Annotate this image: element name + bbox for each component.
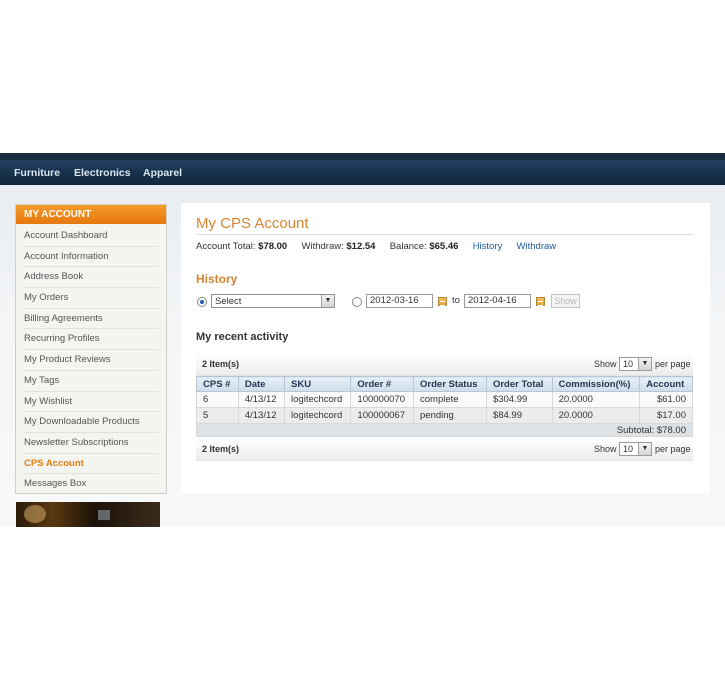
history-link[interactable]: History	[473, 241, 503, 252]
sidebar-menu: Account Dashboard Account Information Ad…	[16, 224, 166, 494]
column-header-commission[interactable]: Commission(%)	[551, 376, 641, 392]
cell-cps: 6	[196, 391, 239, 408]
sidebar-item-account-dashboard[interactable]: Account Dashboard	[24, 226, 158, 247]
cell-order-status: complete	[413, 391, 487, 408]
chevron-down-icon: ▼	[638, 358, 651, 370]
cell-date: 4/13/12	[237, 407, 286, 424]
column-header-date[interactable]: Date	[237, 376, 286, 392]
date-to-input[interactable]: 2012-04-16	[464, 294, 531, 308]
per-page-label: per page	[655, 444, 691, 454]
top-strip	[0, 153, 725, 160]
cell-account: $17.00	[639, 407, 693, 424]
sidebar-item-my-product-reviews[interactable]: My Product Reviews	[24, 350, 158, 371]
cell-order-status: pending	[413, 407, 487, 424]
sidebar-title: MY ACCOUNT	[16, 205, 166, 224]
history-heading: History	[196, 272, 238, 286]
nav-furniture[interactable]: Furniture	[14, 167, 60, 179]
account-total-label: Account Total:	[196, 241, 256, 252]
per-page-value: 10	[623, 359, 634, 369]
item-count: 2 Item(s)	[202, 359, 240, 369]
sidebar-item-messages-box[interactable]: Messages Box	[24, 474, 158, 494]
column-header-order-total[interactable]: Order Total	[485, 376, 553, 392]
column-header-order-status[interactable]: Order Status	[413, 376, 487, 392]
sidebar-item-billing-agreements[interactable]: Billing Agreements	[24, 309, 158, 330]
account-total-value: $78.00	[258, 241, 288, 252]
show-label: Show	[594, 359, 617, 369]
main-nav: Furniture Electronics Apparel	[0, 160, 725, 185]
sidebar-item-my-downloadable-products[interactable]: My Downloadable Products	[24, 412, 158, 433]
activity-table: CPS # Date SKU Order # Order Status Orde…	[196, 376, 693, 437]
sidebar-item-account-information[interactable]: Account Information	[24, 247, 158, 268]
withdraw-value: $12.54	[346, 241, 376, 252]
balance-value: $65.46	[429, 241, 459, 252]
cell-order: 100000067	[350, 407, 415, 424]
page-title: My CPS Account	[196, 215, 309, 232]
per-page-value: 10	[623, 444, 634, 454]
cell-date: 4/13/12	[237, 391, 286, 408]
cell-order-total: $304.99	[485, 391, 553, 408]
cell-sku: logitechcord	[284, 391, 352, 408]
promo-image-highlight	[24, 505, 46, 523]
per-page-label: per page	[655, 359, 691, 369]
cell-cps: 5	[196, 407, 239, 424]
period-select-value: Select	[215, 296, 242, 307]
sidebar-item-my-orders[interactable]: My Orders	[24, 288, 158, 309]
nav-electronics[interactable]: Electronics	[74, 167, 131, 179]
per-page-select[interactable]: 10 ▼	[619, 357, 652, 371]
withdraw-label: Withdraw:	[301, 241, 344, 252]
table-row: 5 4/13/12 logitechcord 100000067 pending…	[196, 407, 693, 424]
main-content: My CPS Account Account Total: $78.00 Wit…	[181, 203, 710, 493]
period-select[interactable]: Select ▼	[211, 294, 335, 308]
sidebar-item-my-tags[interactable]: My Tags	[24, 371, 158, 392]
column-header-cps[interactable]: CPS #	[196, 376, 239, 392]
account-summary: Account Total: $78.00 Withdraw: $12.54 B…	[196, 241, 556, 252]
subtotal-row: Subtotal: $78.00	[196, 423, 693, 437]
screenshot-area: Furniture Electronics Apparel MY ACCOUNT…	[0, 153, 725, 527]
sidebar-item-cps-account[interactable]: CPS Account	[24, 454, 158, 475]
cell-commission: 20.0000	[551, 391, 641, 408]
table-header-row: CPS # Date SKU Order # Order Status Orde…	[196, 376, 693, 392]
cell-order-total: $84.99	[485, 407, 553, 424]
promo-banner-image[interactable]	[16, 502, 160, 527]
sidebar-item-recurring-profiles[interactable]: Recurring Profiles	[24, 329, 158, 351]
chevron-down-icon: ▼	[321, 295, 334, 307]
cell-order: 100000070	[350, 391, 415, 408]
cell-account: $61.00	[639, 391, 693, 408]
column-header-account[interactable]: Account	[639, 376, 693, 392]
cell-sku: logitechcord	[284, 407, 352, 424]
date-range-radio[interactable]	[352, 297, 362, 307]
chevron-down-icon: ▼	[638, 443, 651, 455]
column-header-sku[interactable]: SKU	[284, 376, 352, 392]
nav-apparel[interactable]: Apparel	[143, 167, 182, 179]
pager-top: 2 Item(s) Show 10 ▼ per page	[196, 353, 693, 376]
show-label: Show	[594, 444, 617, 454]
date-from-input[interactable]: 2012-03-16	[366, 294, 433, 308]
pager-bottom: 2 Item(s) Show 10 ▼ per page	[196, 438, 693, 461]
calendar-icon[interactable]	[536, 297, 545, 306]
recent-activity-heading: My recent activity	[196, 331, 289, 343]
column-header-order[interactable]: Order #	[350, 376, 415, 392]
per-page-select[interactable]: 10 ▼	[619, 442, 652, 456]
withdraw-link[interactable]: Withdraw	[517, 241, 557, 252]
cell-commission: 20.0000	[551, 407, 641, 424]
sidebar-item-newsletter-subscriptions[interactable]: Newsletter Subscriptions	[24, 433, 158, 454]
promo-image-detail	[98, 510, 110, 520]
item-count: 2 Item(s)	[202, 444, 240, 454]
show-button[interactable]: Show	[551, 294, 580, 308]
to-label: to	[452, 295, 460, 306]
calendar-icon[interactable]	[438, 297, 447, 306]
sidebar-item-my-wishlist[interactable]: My Wishlist	[24, 392, 158, 413]
period-radio[interactable]	[197, 297, 207, 307]
subtotal-value: Subtotal: $78.00	[196, 423, 693, 437]
balance-label: Balance:	[389, 241, 427, 252]
account-sidebar: MY ACCOUNT Account Dashboard Account Inf…	[15, 204, 167, 494]
title-divider	[196, 234, 693, 235]
table-row: 6 4/13/12 logitechcord 100000070 complet…	[196, 391, 693, 408]
sidebar-item-address-book[interactable]: Address Book	[24, 267, 158, 289]
